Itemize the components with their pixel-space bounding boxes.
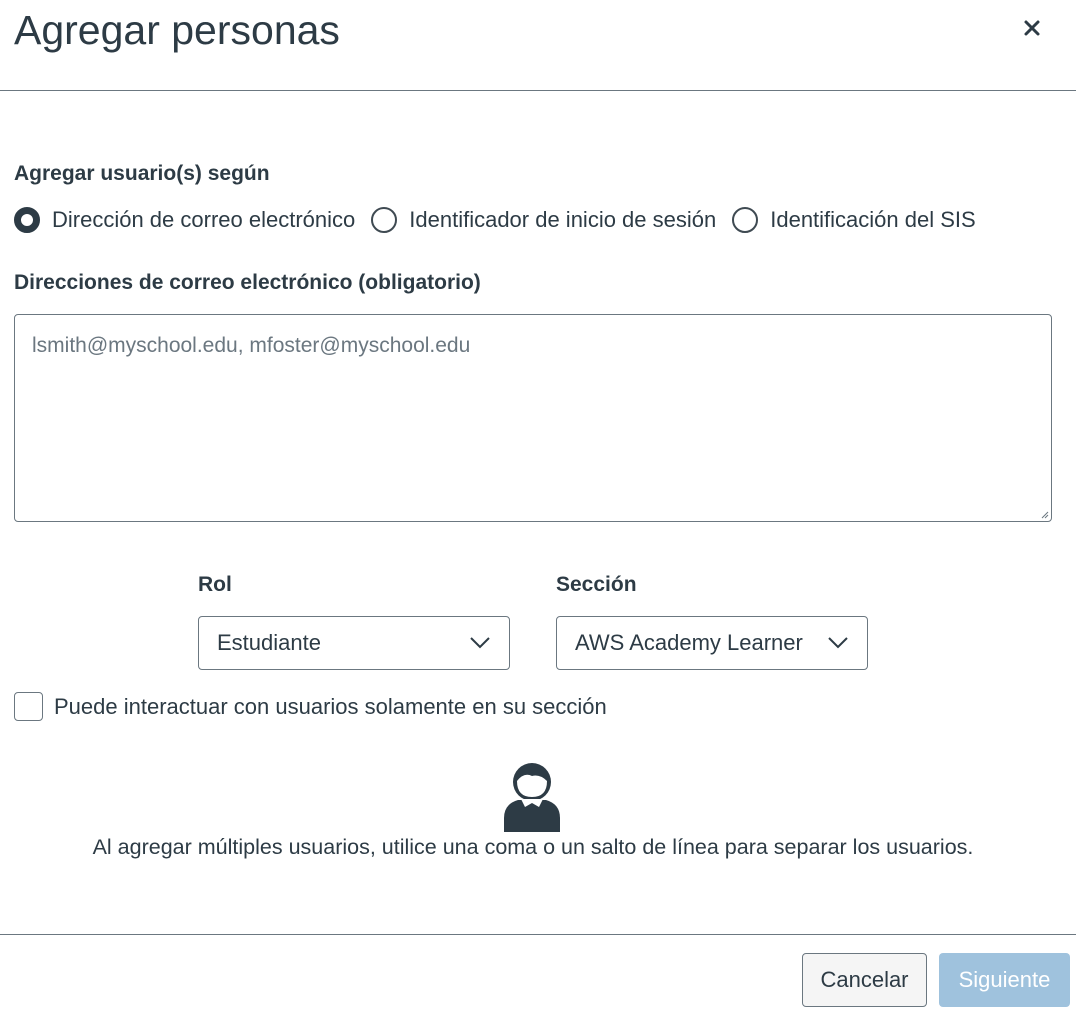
cancel-button[interactable]: Cancelar bbox=[802, 953, 927, 1007]
radio-login-id-indicator[interactable] bbox=[371, 207, 398, 233]
radio-login-id-label: Identificador de inicio de sesión bbox=[409, 207, 717, 232]
header-divider bbox=[0, 90, 1076, 91]
limit-section-label: Puede interactuar con usuarios solamente… bbox=[54, 693, 607, 719]
add-by-label: Agregar usuario(s) según bbox=[14, 162, 270, 185]
footer-divider bbox=[0, 934, 1076, 935]
emails-label: Direcciones de correo electrónico (oblig… bbox=[14, 271, 481, 294]
section-label: Sección bbox=[556, 573, 637, 596]
limit-section-checkbox-row[interactable]: Puede interactuar con usuarios solamente… bbox=[14, 692, 607, 721]
limit-section-checkbox[interactable] bbox=[14, 692, 43, 721]
hint-text: Al agregar múltiples usuarios, utilice u… bbox=[92, 835, 974, 859]
radio-email[interactable]: Dirección de correo electrónico bbox=[14, 206, 355, 234]
radio-sis-id-indicator[interactable] bbox=[732, 207, 759, 233]
role-select[interactable]: Estudiante bbox=[198, 616, 510, 670]
emails-placeholder: lsmith@myschool.edu, mfoster@myschool.ed… bbox=[32, 334, 471, 357]
radio-sis-id-label: Identificación del SIS bbox=[770, 207, 976, 232]
radio-sis-id[interactable]: Identificación del SIS bbox=[732, 206, 976, 234]
role-label: Rol bbox=[198, 573, 232, 596]
section-select[interactable]: AWS Academy Learner bbox=[556, 616, 868, 670]
role-select-value: Estudiante bbox=[217, 630, 321, 655]
section-select-value: AWS Academy Learner bbox=[575, 630, 803, 655]
dialog-title: Agregar personas bbox=[14, 7, 340, 53]
radio-email-label: Dirección de correo electrónico bbox=[52, 207, 356, 232]
radio-email-indicator[interactable] bbox=[14, 207, 40, 233]
close-icon bbox=[1024, 20, 1040, 36]
add-by-radio-group: Dirección de correo electrónico Identifi… bbox=[14, 203, 992, 237]
person-icon bbox=[504, 763, 560, 832]
resize-handle-icon[interactable] bbox=[1039, 509, 1049, 519]
emails-textarea[interactable]: lsmith@myschool.edu, mfoster@myschool.ed… bbox=[14, 314, 1052, 522]
close-button[interactable] bbox=[1014, 10, 1050, 46]
next-button[interactable]: Siguiente bbox=[939, 953, 1070, 1007]
chevron-down-icon bbox=[470, 637, 490, 649]
radio-login-id[interactable]: Identificador de inicio de sesión bbox=[371, 206, 716, 234]
chevron-down-icon bbox=[828, 637, 848, 649]
